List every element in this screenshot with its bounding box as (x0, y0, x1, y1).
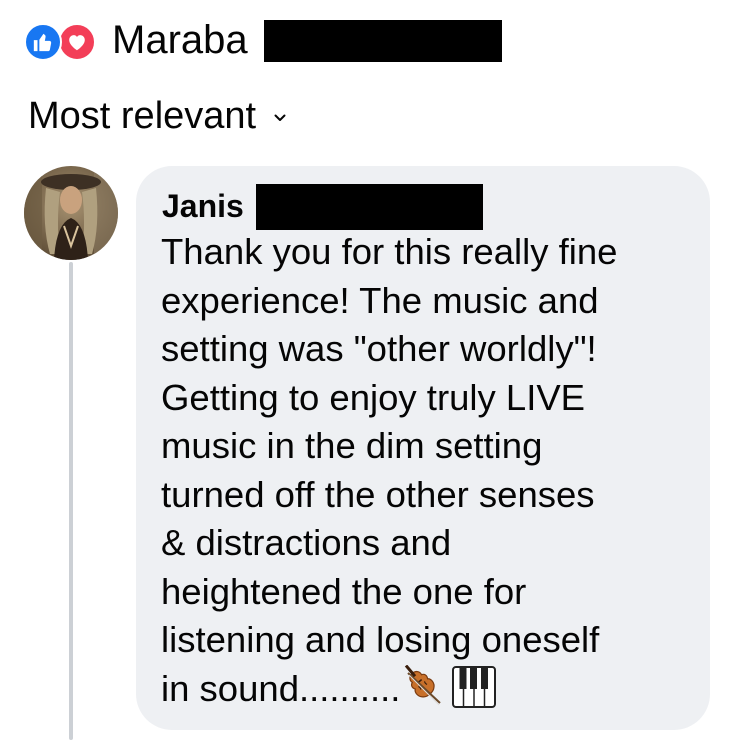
emoji-group (402, 664, 497, 709)
avatar[interactable] (24, 166, 118, 260)
redaction-bar (264, 20, 502, 62)
comment-view: Maraba Most relevant Janis Thank you for… (0, 0, 736, 740)
comment-line: heightened the one for (161, 570, 527, 612)
chevron-down-icon (274, 114, 286, 121)
reaction-icons (24, 18, 104, 62)
violin-icon (405, 664, 442, 705)
comment-line: Getting to enjoy truly LIVE (161, 376, 586, 418)
comment-line: & distractions and (161, 522, 452, 563)
sort-label: Most relevant (28, 95, 257, 137)
reply-thread-line (69, 262, 73, 740)
comment-line: in sound.......... (161, 667, 401, 709)
redaction-bar (256, 184, 483, 230)
comment-line: experience! The music and (161, 279, 599, 321)
comment-line: music in the dim setting (161, 425, 543, 466)
love-reaction-icon (58, 23, 96, 61)
reactor-name: Maraba (112, 18, 248, 62)
comment-line: Thank you for this really fine (161, 231, 618, 272)
comment-line: setting was "other worldly"! (161, 328, 597, 369)
piano-keys-icon (452, 665, 497, 708)
like-reaction-icon (24, 23, 62, 61)
comment-line: listening and losing oneself (161, 619, 600, 660)
sort-dropdown[interactable]: Most relevant (28, 94, 286, 138)
reactions-summary[interactable]: Maraba (24, 18, 248, 62)
comment-line: turned off the other senses (161, 473, 595, 515)
comment-author[interactable]: Janis (162, 184, 244, 228)
comment-text: Thank you for this really fine experienc… (161, 228, 701, 713)
